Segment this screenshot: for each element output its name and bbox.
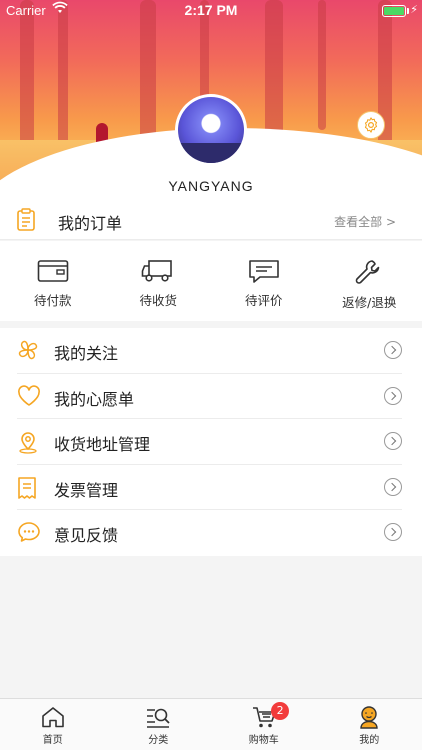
tab-label: 我的 [359, 735, 380, 746]
comment-icon [248, 260, 279, 283]
order-item-label: 待收货 [139, 293, 177, 308]
username: YANGYANG [168, 178, 254, 194]
battery-icon [382, 5, 406, 17]
chevron-right-icon [384, 341, 402, 359]
tab-label: 分类 [148, 735, 169, 746]
menu-item-following[interactable]: 我的关注 [0, 328, 422, 374]
orders-header[interactable]: 我的订单 查看全部 > [0, 200, 422, 240]
chevron-right-icon [384, 432, 402, 451]
menu-item-label: 发票管理 [54, 480, 119, 500]
tab-home[interactable]: 首页 [0, 699, 106, 750]
order-pending-payment[interactable]: 待付款 [0, 241, 106, 321]
order-status-row: 待付款 待收货 待评价 返修/退换 [0, 241, 422, 321]
chevron-right-icon [384, 386, 402, 405]
tab-mine[interactable]: 我的 [317, 699, 422, 750]
wallet-icon [37, 260, 69, 282]
heart-icon [17, 384, 41, 411]
cart-badge: 2 [271, 702, 290, 720]
chevron-right-icon [384, 477, 402, 496]
menu-item-label: 意见反馈 [54, 526, 119, 546]
order-item-label: 待付款 [33, 293, 72, 308]
gear-icon [364, 117, 378, 133]
clipboard-icon [16, 208, 36, 236]
category-search-icon [147, 708, 170, 728]
tab-label: 首页 [42, 735, 63, 746]
menu-item-invoice[interactable]: 发票管理 [0, 465, 422, 511]
order-item-label: 返修/退换 [342, 295, 397, 310]
tab-cart[interactable]: 2 购物车 [211, 699, 317, 750]
order-return-exchange[interactable]: 返修/退换 [317, 241, 422, 321]
tab-label: 购物车 [248, 735, 279, 746]
location-icon [17, 430, 39, 458]
menu-item-address[interactable]: 收货地址管理 [0, 419, 422, 465]
menu-item-feedback[interactable]: 意见反馈 [0, 510, 422, 556]
menu-item-label: 我的关注 [54, 344, 119, 363]
menu-list: 我的关注 我的心愿单 收货地址管理 发票管理 意见反馈 [0, 328, 422, 556]
wrench-icon [355, 260, 380, 284]
order-pending-review[interactable]: 待评价 [211, 241, 317, 321]
clover-icon [17, 339, 39, 365]
chat-icon [17, 521, 41, 547]
clock: 2:17 PM [184, 2, 238, 18]
menu-item-label: 收货地址管理 [54, 435, 151, 455]
user-icon [360, 706, 378, 729]
order-pending-receipt[interactable]: 待收货 [106, 241, 212, 321]
status-bar: Carrier 2:17 PM ⚡ [0, 0, 422, 22]
order-item-label: 待评价 [244, 293, 283, 308]
chevron-right-icon [384, 523, 402, 542]
menu-item-label: 我的心愿单 [54, 389, 135, 409]
home-icon [41, 707, 64, 728]
menu-item-wishlist[interactable]: 我的心愿单 [0, 374, 422, 420]
tab-bar: 首页 分类 2 购物车 我的 [0, 698, 422, 750]
view-all-orders-link[interactable]: 查看全部 > [334, 213, 396, 230]
receipt-icon [17, 476, 37, 504]
settings-button[interactable] [357, 111, 385, 139]
tab-category[interactable]: 分类 [106, 699, 212, 750]
orders-title: 我的订单 [58, 214, 123, 233]
truck-icon [141, 260, 173, 282]
charging-icon: ⚡ [410, 3, 418, 16]
avatar[interactable] [175, 94, 247, 166]
